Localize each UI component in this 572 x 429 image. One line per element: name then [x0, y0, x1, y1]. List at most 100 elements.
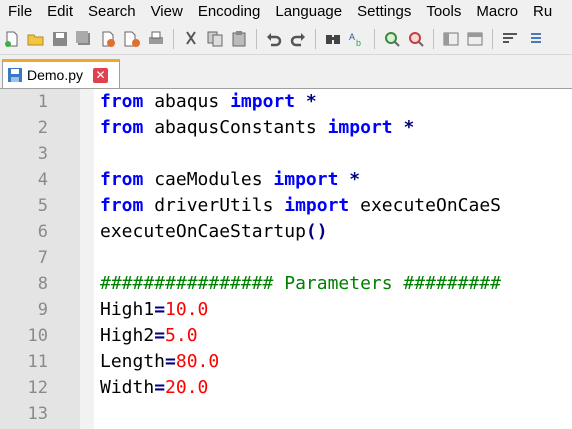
- toolbar-separator: [256, 29, 257, 49]
- operator-token: *: [392, 117, 415, 138]
- code-text: from abaqusConstants import *: [100, 115, 414, 141]
- code-line[interactable]: 3: [0, 141, 572, 167]
- code-line[interactable]: 6 executeOnCaeStartup(): [0, 219, 572, 245]
- operator-token: =: [154, 325, 166, 346]
- tab-label: Demo.py: [27, 67, 84, 83]
- undo-icon[interactable]: [263, 28, 285, 50]
- keyword-token: from: [100, 195, 144, 216]
- code-text: High1=10.0: [100, 297, 208, 323]
- close-all-icon[interactable]: [121, 28, 143, 50]
- line-number: 2: [37, 118, 48, 138]
- identifier-token: driverUtils: [143, 195, 285, 216]
- operator-token: =: [165, 351, 176, 372]
- menu-bar: File Edit Search View Encoding Language Settin…: [0, 0, 572, 24]
- line-number: 4: [37, 170, 48, 190]
- code-text: High2=5.0: [100, 323, 198, 349]
- cut-icon[interactable]: [180, 28, 202, 50]
- keyword-token: import: [230, 91, 296, 112]
- line-number: 13: [27, 404, 48, 424]
- find-icon[interactable]: [322, 28, 344, 50]
- menu-view[interactable]: View: [143, 0, 190, 24]
- toolbar-separator: [173, 29, 174, 49]
- menu-edit[interactable]: Edit: [39, 0, 80, 24]
- toolbar-separator: [492, 29, 493, 49]
- identifier-token: High2: [100, 325, 155, 346]
- menu-macro[interactable]: Macro: [468, 0, 525, 24]
- code-text: ################ Parameters #########: [100, 271, 501, 297]
- sync-v-icon[interactable]: [440, 28, 462, 50]
- close-icon[interactable]: [97, 28, 119, 50]
- operator-token: *: [295, 91, 317, 112]
- identifier-token: High1: [100, 299, 155, 320]
- code-line[interactable]: 10 High2=5.0: [0, 323, 572, 349]
- number-token: 80.0: [175, 351, 220, 372]
- comment-token: ################ Parameters #########: [100, 273, 501, 294]
- menu-ru[interactable]: Ru: [525, 0, 559, 24]
- identifier-token: caeModules: [143, 169, 274, 190]
- identifier-token: Length: [100, 351, 166, 372]
- number-token: 5.0: [165, 325, 198, 346]
- new-file-icon[interactable]: [1, 28, 23, 50]
- code-text: from caeModules import *: [100, 167, 360, 193]
- code-text: from driverUtils import executeOnCaeS: [100, 193, 501, 219]
- code-line[interactable]: 11 Length=80.0: [0, 349, 572, 375]
- toolbar-separator: [374, 29, 375, 49]
- line-number: 11: [27, 352, 48, 372]
- keyword-token: import: [327, 117, 393, 138]
- menu-language[interactable]: Language: [267, 0, 349, 24]
- paste-icon[interactable]: [228, 28, 250, 50]
- code-line[interactable]: 13: [0, 401, 572, 427]
- svg-text:A: A: [349, 32, 355, 42]
- identifier-token: abaqus: [143, 91, 231, 112]
- close-icon[interactable]: ✕: [93, 67, 109, 83]
- zoom-out-icon[interactable]: [405, 28, 427, 50]
- operator-token: (): [305, 221, 328, 242]
- line-number: 1: [37, 92, 48, 112]
- code-text: Width=20.0: [100, 375, 208, 401]
- redo-icon[interactable]: [287, 28, 309, 50]
- identifier-token: Width: [100, 377, 155, 398]
- keyword-token: from: [100, 91, 144, 112]
- code-line[interactable]: 8 ################ Parameters #########: [0, 271, 572, 297]
- code-line[interactable]: 7: [0, 245, 572, 271]
- menu-settings[interactable]: Settings: [349, 0, 418, 24]
- number-token: 10.0: [165, 299, 209, 320]
- line-number: 5: [37, 196, 48, 216]
- line-number: 12: [27, 378, 48, 398]
- toolbar-separator: [315, 29, 316, 49]
- sync-h-icon[interactable]: [464, 28, 486, 50]
- menu-tools[interactable]: Tools: [418, 0, 468, 24]
- line-number: 7: [37, 248, 48, 268]
- file-save-icon: [7, 67, 23, 83]
- toolbar-separator: [433, 29, 434, 49]
- code-line[interactable]: 4 from caeModules import *: [0, 167, 572, 193]
- code-line[interactable]: 9 High1=10.0: [0, 297, 572, 323]
- save-icon[interactable]: [49, 28, 71, 50]
- identifier-token: executeOnCaeS: [349, 195, 501, 216]
- open-file-icon[interactable]: [25, 28, 47, 50]
- code-text: from abaqus import *: [100, 89, 317, 115]
- menu-file[interactable]: File: [0, 0, 39, 24]
- zoom-in-icon[interactable]: [381, 28, 403, 50]
- tab-bar: Demo.py ✕: [0, 55, 572, 89]
- keyword-token: from: [100, 169, 144, 190]
- print-icon[interactable]: [145, 28, 167, 50]
- svg-text:b: b: [356, 38, 361, 48]
- replace-icon[interactable]: Ab: [346, 28, 368, 50]
- indent-icon[interactable]: [523, 28, 545, 50]
- line-number: 8: [37, 274, 48, 294]
- code-line[interactable]: 1 from abaqus import *: [0, 89, 572, 115]
- code-line[interactable]: 12 Width=20.0: [0, 375, 572, 401]
- code-line[interactable]: 2 from abaqusConstants import *: [0, 115, 572, 141]
- wrap-icon[interactable]: [499, 28, 521, 50]
- tab-demo-py[interactable]: Demo.py ✕: [2, 59, 120, 88]
- save-all-icon[interactable]: [73, 28, 95, 50]
- copy-icon[interactable]: [204, 28, 226, 50]
- menu-search[interactable]: Search: [80, 0, 143, 24]
- code-line[interactable]: 5 from driverUtils import executeOnCaeS: [0, 193, 572, 219]
- identifier-token: executeOnCaeStartup: [100, 221, 306, 242]
- menu-encoding[interactable]: Encoding: [190, 0, 268, 24]
- operator-token: *: [338, 169, 361, 190]
- identifier-token: abaqusConstants: [143, 117, 328, 138]
- code-editor[interactable]: 1 from abaqus import * 2 from abaqusConstan…: [0, 89, 572, 429]
